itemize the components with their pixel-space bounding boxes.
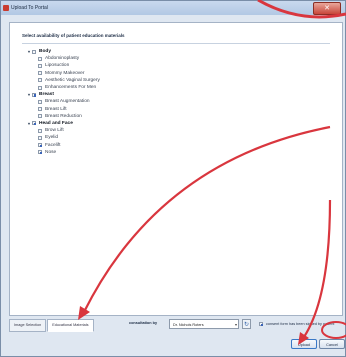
item-checkbox[interactable]	[38, 128, 42, 133]
group-checkbox[interactable]	[32, 49, 36, 54]
tree-item[interactable]: Breast Reduction	[26, 113, 100, 120]
item-label: Brow Lift	[45, 128, 64, 134]
group-label: Head and Face	[39, 120, 73, 126]
item-label: Facelift	[45, 142, 61, 148]
tab-image-selection[interactable]: Image Selection	[9, 319, 47, 332]
materials-tree: ▾ Body Abdominoplasty Liposuction Mommy Make…	[26, 48, 100, 156]
item-label: Breast Augmentation	[45, 99, 90, 105]
tab-educational-materials[interactable]: Educational Materials	[47, 319, 94, 332]
consultation-value: Dr. Nichols Roters	[173, 323, 204, 327]
consent-row: consent form has been signed by patient	[259, 322, 334, 326]
group-checkbox[interactable]	[32, 121, 36, 126]
tree-item[interactable]: Breast Augmentation	[26, 98, 100, 105]
chevron-down-icon: ▾	[234, 322, 237, 327]
tab-bar: Image Selection Educational Materials	[9, 319, 95, 332]
item-checkbox[interactable]	[38, 71, 42, 76]
upload-dialog: Upload To Portal ✕ Select availability o…	[0, 0, 346, 357]
item-label: Mommy Makeover	[45, 70, 85, 76]
item-checkbox[interactable]	[38, 114, 42, 119]
divider	[22, 43, 330, 44]
group-checkbox[interactable]	[32, 92, 36, 97]
item-label: Breast Reduction	[45, 113, 82, 119]
cancel-button[interactable]: Cancel	[319, 339, 345, 349]
item-checkbox[interactable]	[38, 99, 42, 104]
group-label: Breast	[39, 92, 54, 98]
consent-label: consent form has been signed by patient	[266, 322, 335, 326]
item-checkbox[interactable]	[38, 150, 42, 155]
item-label: Nose	[45, 149, 57, 155]
tree-item[interactable]: Enhancements For Men	[26, 84, 100, 91]
tree-item[interactable]: Abdominoplasty	[26, 55, 100, 62]
item-checkbox[interactable]	[38, 63, 42, 68]
item-checkbox[interactable]	[38, 107, 42, 112]
item-label: Aesthetic Vaginal Surgery	[45, 77, 100, 83]
tree-item[interactable]: Brow Lift	[26, 127, 100, 134]
refresh-button[interactable]: ↻	[242, 319, 251, 329]
app-icon	[3, 5, 9, 11]
refresh-icon: ↻	[243, 322, 250, 328]
tree-item[interactable]: Eyelid	[26, 134, 100, 141]
tree-item[interactable]: Aesthetic Vaginal Surgery	[26, 77, 100, 84]
window-title: Upload To Portal	[11, 5, 48, 11]
consultation-label: consultation by	[129, 321, 158, 325]
title-bar: Upload To Portal ✕	[1, 1, 345, 15]
item-label: Liposuction	[45, 63, 70, 69]
item-label: Abdominoplasty	[45, 56, 80, 62]
materials-panel: Select availability of patient education…	[9, 22, 343, 316]
upload-button[interactable]: Upload	[291, 339, 317, 349]
tree-group[interactable]: ▾ Head and Face	[26, 120, 100, 127]
tree-item[interactable]: Liposuction	[26, 62, 100, 69]
item-label: Breast Lift	[45, 106, 67, 112]
tree-item[interactable]: Facelift	[26, 141, 100, 148]
item-checkbox[interactable]	[38, 85, 42, 90]
group-label: Body	[39, 49, 51, 55]
tree-item[interactable]: Breast Lift	[26, 106, 100, 113]
item-label: Enhancements For Men	[45, 85, 97, 91]
item-checkbox[interactable]	[38, 135, 42, 140]
tree-item[interactable]: Mommy Makeover	[26, 70, 100, 77]
item-checkbox[interactable]	[38, 78, 42, 83]
tree-group[interactable]: ▾ Body	[26, 48, 100, 55]
close-button[interactable]: ✕	[313, 2, 341, 15]
tree-group[interactable]: ▾ Breast	[26, 91, 100, 98]
panel-heading: Select availability of patient education…	[22, 33, 125, 38]
tree-item[interactable]: Nose	[26, 149, 100, 156]
item-checkbox[interactable]	[38, 56, 42, 61]
consultation-select[interactable]: Dr. Nichols Roters ▾	[169, 319, 239, 329]
item-label: Eyelid	[45, 135, 59, 141]
item-checkbox[interactable]	[38, 143, 42, 148]
consent-checkbox[interactable]	[259, 322, 263, 326]
